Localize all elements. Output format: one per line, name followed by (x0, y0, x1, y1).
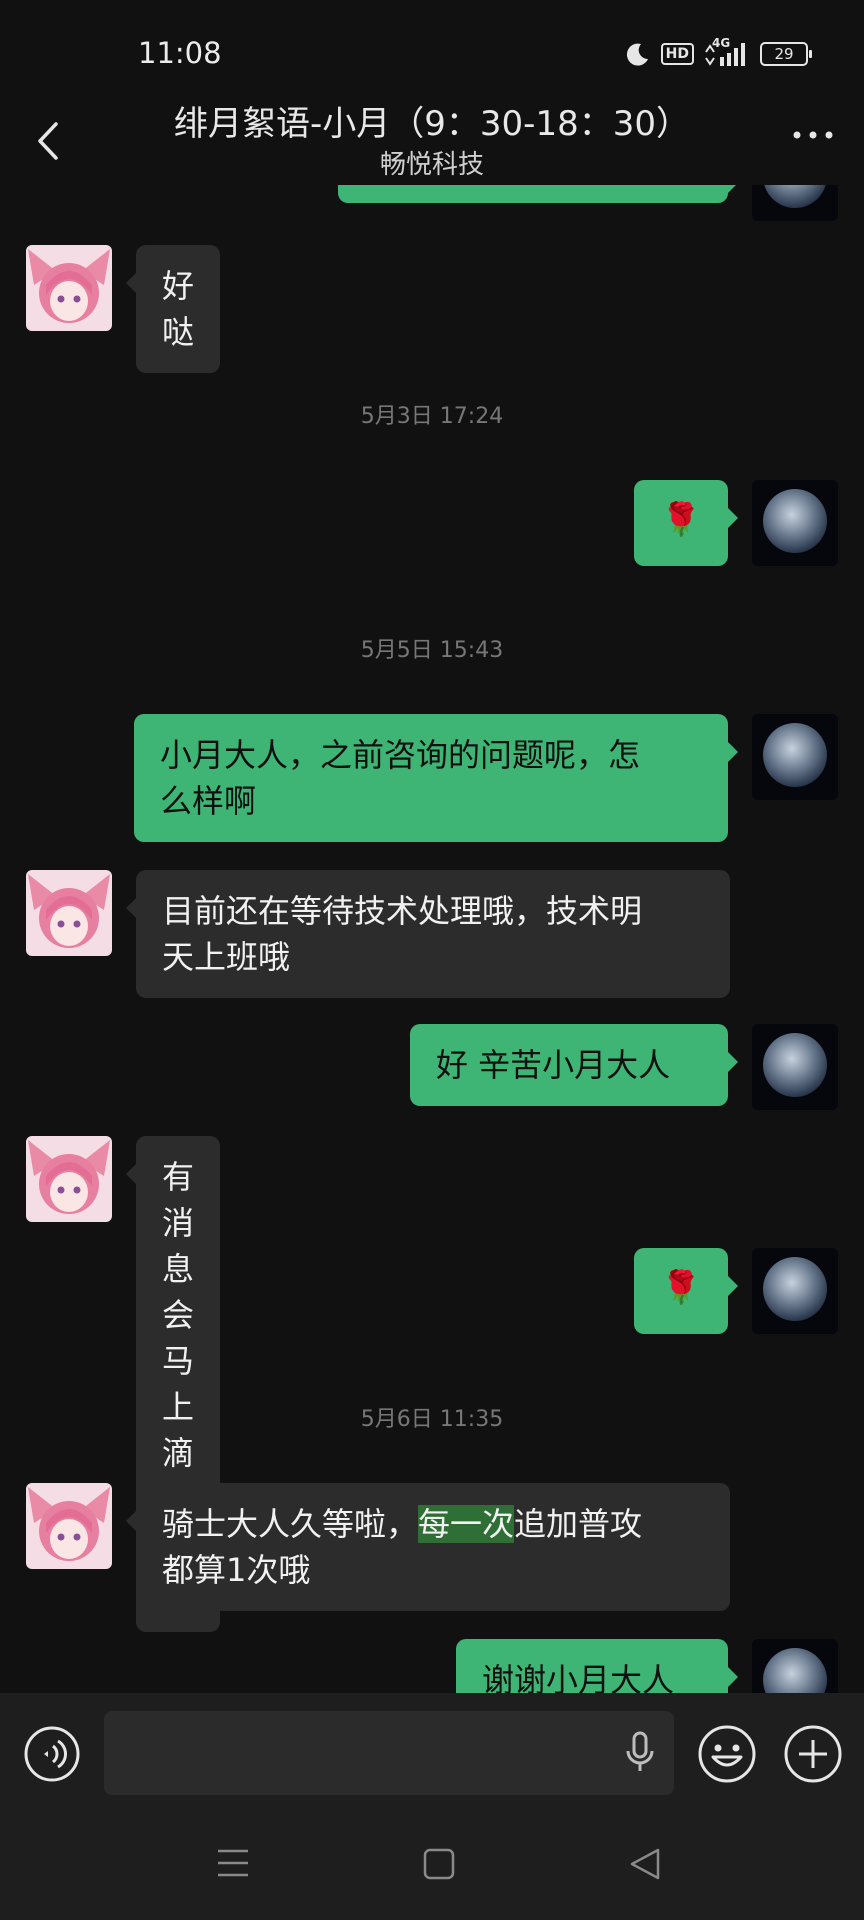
agent-avatar[interactable] (26, 870, 112, 956)
more-dots-icon[interactable] (790, 128, 836, 142)
battery-icon: 29 (760, 42, 812, 66)
status-time: 11:08 (138, 36, 222, 70)
user-avatar[interactable] (752, 185, 838, 221)
message-line: 骑士大人久等啦，每一次追加普攻 (162, 1501, 704, 1547)
plus-icon[interactable] (782, 1723, 844, 1785)
user-avatar[interactable] (752, 1248, 838, 1334)
signal-icon: 4G (704, 36, 750, 68)
timestamp-label: 5月3日 17:24 (360, 404, 504, 429)
chat-message-list[interactable]: 好哒 5月3日 17:24 🌹 5月5日 15:43 小月大人，之前咨询的问题呢… (0, 185, 864, 1693)
agent-avatar[interactable] (26, 1483, 112, 1569)
message-bubble-partial (338, 185, 738, 203)
agent-avatar[interactable] (26, 245, 112, 331)
menu-icon[interactable] (216, 1847, 250, 1879)
selected-text-highlight[interactable]: 每一次 (418, 1505, 515, 1543)
message-input[interactable] (104, 1711, 674, 1795)
message-text: 追加普攻 (514, 1505, 643, 1543)
chat-subtitle: 畅悦科技 (379, 150, 484, 180)
status-bar: 11:08 HD 4G 29 (0, 0, 864, 100)
message-bubble[interactable]: 好 辛苦小月大人 (410, 1024, 738, 1106)
message-line: 么样啊 (160, 782, 257, 820)
user-avatar[interactable] (752, 714, 838, 800)
user-avatar[interactable] (752, 1024, 838, 1110)
system-nav-bar (0, 1813, 864, 1920)
agent-avatar[interactable] (26, 1136, 112, 1222)
message-line: 天上班哦 (162, 938, 291, 976)
chat-title: 绯月絮语-小月（9：30-18：30） (174, 104, 690, 144)
message-line: 目前还在等待技术处理哦，技术明 (162, 892, 643, 930)
message-line: 小月大人，之前咨询的问题呢，怎 (160, 736, 641, 774)
moon-icon (626, 43, 648, 66)
user-avatar[interactable] (752, 1639, 838, 1693)
message-bubble[interactable]: 小月大人，之前咨询的问题呢，怎 么样啊 (134, 714, 738, 842)
timestamp-label: 5月6日 11:35 (360, 1407, 504, 1432)
user-avatar[interactable] (752, 480, 838, 566)
timestamp-label: 5月5日 15:43 (360, 638, 504, 663)
emoji-bubble[interactable]: 🌹 (634, 1248, 738, 1334)
message-bubble[interactable]: 好哒 (125, 245, 221, 373)
message-bubble[interactable]: 目前还在等待技术处理哦，技术明 天上班哦 (126, 870, 730, 998)
message-text: 骑士大人久等啦， (162, 1505, 419, 1543)
microphone-icon[interactable] (624, 1731, 656, 1775)
message-bubble[interactable]: 骑士大人久等啦，每一次追加普攻 都算1次哦 (126, 1483, 730, 1611)
emoji-bubble[interactable]: 🌹 (634, 480, 738, 566)
home-square-icon[interactable] (423, 1848, 455, 1880)
input-bar (0, 1693, 864, 1813)
message-bubble[interactable]: 谢谢小月大人 (456, 1639, 738, 1693)
chat-header: 绯月絮语-小月（9：30-18：30） 畅悦科技 (0, 90, 864, 185)
message-line: 都算1次哦 (162, 1551, 311, 1589)
hd-badge: HD (660, 43, 694, 65)
status-icons: HD 4G 29 (625, 36, 812, 68)
triangle-back-icon[interactable] (628, 1847, 662, 1881)
smile-icon[interactable] (696, 1723, 758, 1785)
voice-icon[interactable] (22, 1724, 82, 1784)
